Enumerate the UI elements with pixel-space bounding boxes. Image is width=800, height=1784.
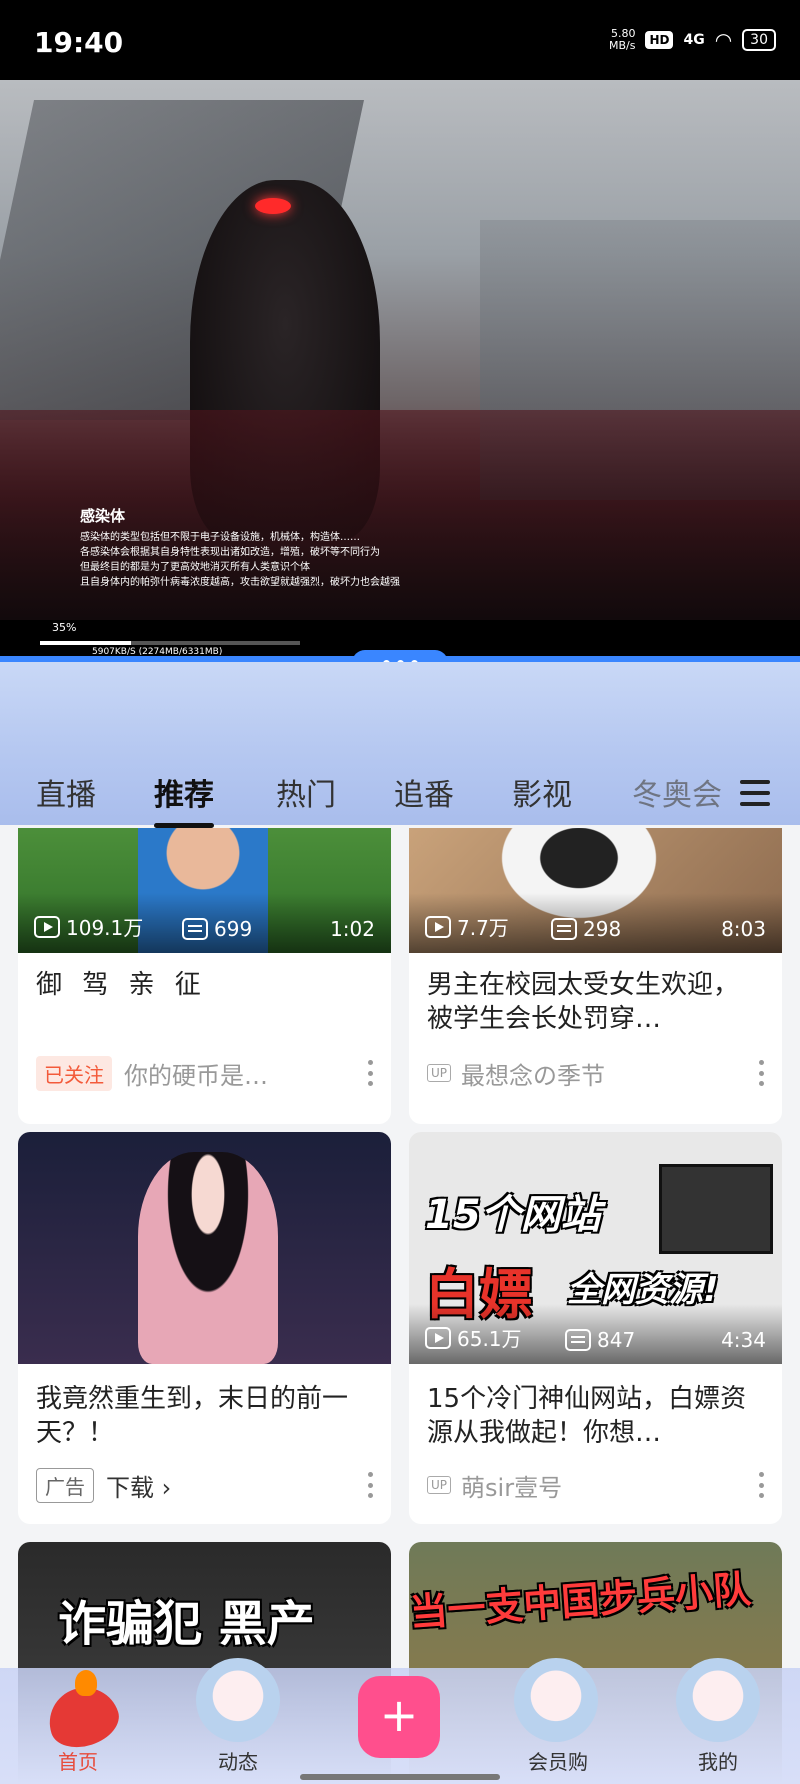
tab-recommend[interactable]: 推荐 <box>154 770 214 828</box>
video-thumbnail: 109.1万 699 1:02 <box>18 828 391 953</box>
play-count-icon <box>34 915 60 938</box>
ad-title[interactable]: 我竟然重生到，末日的前一天？！ <box>36 1382 373 1450</box>
play-count-icon <box>425 1326 451 1349</box>
video-thumbnail: 15个网站 白嫖 全网资源! 65.1万 847 4:34 <box>409 1132 782 1364</box>
up-badge: UP <box>427 1064 452 1082</box>
battery-icon: 30 <box>742 29 776 51</box>
more-icon[interactable] <box>367 1472 373 1498</box>
video-title[interactable]: 男主在校园太受女生欢迎，被学生会长处罚穿… <box>427 968 764 1036</box>
mascot-icon <box>676 1658 760 1742</box>
download-link[interactable]: 下载 › <box>106 1468 171 1503</box>
thumbnail-text: 诈骗犯 黑产 <box>58 1596 315 1652</box>
home-feed: 直播 推荐 热门 追番 影视 冬奥会 109.1万 699 1:02 御 驾 亲… <box>0 662 800 1784</box>
signal-icon: 4G <box>683 32 705 48</box>
video-card[interactable]: 7.7万 298 8:03 男主在校园太受女生欢迎，被学生会长处罚穿… UP 最… <box>409 828 782 1124</box>
mascot-icon <box>514 1658 598 1742</box>
uploader-name[interactable]: 你的硬币是… <box>124 1056 268 1091</box>
nav-dynamic[interactable]: 动态 <box>218 1746 258 1775</box>
network-speed: 5.80 MB/s <box>608 27 636 52</box>
bottom-nav: 首页 动态 + 会员购 我的 <box>0 1658 800 1784</box>
player-caption-text: 感染体的类型包括但不限于电子设备设施，机械体，构造体…… 各感染体会根据其自身特… <box>80 532 400 588</box>
top-header: 直播 推荐 热门 追番 影视 冬奥会 <box>0 662 800 828</box>
menu-icon[interactable] <box>740 780 770 806</box>
danmaku-count: 847 <box>565 1328 635 1352</box>
view-count: 65.1万 <box>425 1323 522 1352</box>
danmaku-count: 699 <box>182 917 252 941</box>
nav-home[interactable]: 首页 <box>58 1746 98 1775</box>
player-caption-title: 感染体 <box>80 507 126 525</box>
thumbnail-text: 当一支中国步兵小队 <box>409 1567 753 1635</box>
hd-icon: HD <box>645 31 674 49</box>
upload-button[interactable]: + <box>358 1676 440 1758</box>
video-stats: 65.1万 847 4:34 <box>409 1304 782 1364</box>
progress-percent: 35% <box>52 621 77 634</box>
followed-badge: 已关注 <box>36 1055 112 1091</box>
status-bar: 19:40 5.80 MB/s HD 4G ◠ 30 <box>0 0 800 80</box>
play-count-icon <box>425 915 451 938</box>
ad-badge: 广告 <box>36 1467 94 1503</box>
video-stats: 109.1万 699 1:02 <box>18 893 391 953</box>
status-right: 5.80 MB/s HD 4G ◠ 30 <box>609 28 776 52</box>
category-tabs: 直播 推荐 热门 追番 影视 冬奥会 <box>0 762 800 828</box>
ad-thumbnail <box>18 1132 391 1364</box>
home-indicator[interactable] <box>300 1774 500 1780</box>
thumbnail-text: 15个网站 <box>425 1192 601 1238</box>
tab-hot[interactable]: 热门 <box>276 770 336 814</box>
video-duration: 1:02 <box>330 917 375 941</box>
ad-meta: 广告 下载 › <box>36 1467 373 1503</box>
red-eye-glow <box>255 198 291 214</box>
video-player[interactable]: 感染体 感染体的类型包括但不限于电子设备设施，机械体，构造体…… 各感染体会根据… <box>0 80 800 660</box>
video-title[interactable]: 15个冷门神仙网站，白嫖资源从我做起！你想… <box>427 1382 764 1450</box>
uploader-name[interactable]: 萌sir壹号 <box>461 1468 562 1503</box>
tab-winter-olympics[interactable]: 冬奥会 <box>632 770 722 814</box>
video-card[interactable]: 109.1万 699 1:02 御 驾 亲 征 已关注 你的硬币是… <box>18 828 391 1124</box>
tab-live[interactable]: 直播 <box>36 770 96 814</box>
video-meta: UP 萌sir壹号 <box>427 1468 764 1502</box>
nav-profile[interactable]: 我的 <box>698 1746 738 1775</box>
video-duration: 4:34 <box>721 1328 766 1352</box>
flame-icon <box>75 1670 97 1696</box>
thumbnail-monitor <box>659 1164 773 1254</box>
video-thumbnail: 7.7万 298 8:03 <box>409 828 782 953</box>
more-icon[interactable] <box>758 1060 764 1086</box>
mascot-icon <box>196 1658 280 1742</box>
progress-fill <box>40 641 131 645</box>
video-stats: 7.7万 298 8:03 <box>409 893 782 953</box>
more-icon[interactable] <box>367 1060 373 1086</box>
view-count: 7.7万 <box>425 912 509 941</box>
thumbnail-character <box>138 1152 278 1364</box>
ad-card[interactable]: 我竟然重生到，末日的前一天？！ 广告 下载 › <box>18 1132 391 1524</box>
danmaku-icon <box>182 918 208 940</box>
video-card[interactable]: 15个网站 白嫖 全网资源! 65.1万 847 4:34 15个冷门神仙网站，… <box>409 1132 782 1524</box>
danmaku-count: 298 <box>551 917 621 941</box>
tab-anime[interactable]: 追番 <box>394 770 454 814</box>
wifi-icon: ◠ <box>714 28 733 52</box>
progress-bar[interactable] <box>40 641 300 645</box>
nav-member-shop[interactable]: 会员购 <box>528 1746 588 1775</box>
up-badge: UP <box>427 1476 452 1494</box>
danmaku-icon <box>565 1329 591 1351</box>
video-duration: 8:03 <box>721 917 766 941</box>
uploader-name[interactable]: 最想念の季节 <box>461 1056 605 1091</box>
video-meta: UP 最想念の季节 <box>427 1056 764 1090</box>
tab-movies[interactable]: 影视 <box>512 770 572 814</box>
danmaku-icon <box>551 918 577 940</box>
more-icon[interactable] <box>758 1472 764 1498</box>
video-meta: 已关注 你的硬币是… <box>36 1055 373 1091</box>
view-count: 109.1万 <box>34 912 143 941</box>
status-time: 19:40 <box>34 26 124 59</box>
video-title[interactable]: 御 驾 亲 征 <box>36 968 373 1002</box>
